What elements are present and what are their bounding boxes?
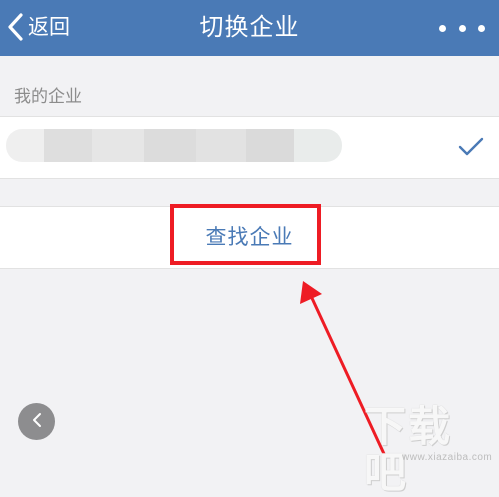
watermark-logo: 下载吧 www.xiazaiba.com — [364, 404, 494, 496]
chevron-left-icon — [6, 12, 26, 42]
checkmark-icon — [458, 137, 484, 161]
page-title: 切换企业 — [199, 13, 300, 41]
back-button[interactable]: 返回 — [6, 10, 70, 44]
back-label: 返回 — [28, 15, 70, 39]
chevron-left-icon — [30, 411, 44, 433]
watermark-url: www.xiazaiba.com — [402, 452, 493, 463]
company-name-blurred — [6, 129, 342, 162]
find-company-label: 查找企业 — [205, 225, 294, 249]
more-dot-icon — [439, 24, 446, 32]
find-company-button[interactable]: 查找企业 — [0, 206, 499, 269]
floating-back-button[interactable] — [18, 403, 55, 440]
navbar: 返回 切换企业 — [0, 0, 499, 56]
company-list-item[interactable] — [0, 116, 499, 179]
more-dot-icon — [458, 24, 466, 32]
more-options-button[interactable] — [439, 18, 485, 38]
more-dot-icon — [478, 24, 485, 32]
watermark-logo-text: 下载吧 — [364, 402, 453, 497]
my-companies-header: 我的企业 — [14, 87, 82, 107]
